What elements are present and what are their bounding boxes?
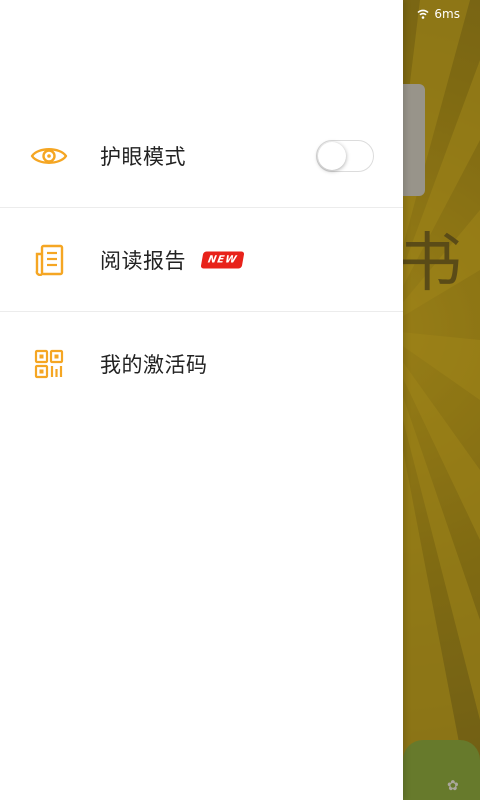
menu-item-reading-report[interactable]: 阅读报告 NEW <box>0 208 403 312</box>
new-badge: NEW <box>200 251 245 268</box>
menu-item-eye-mode[interactable]: 护眼模式 <box>0 104 403 208</box>
eye-mode-toggle[interactable] <box>316 139 374 172</box>
toggle-knob <box>318 141 346 170</box>
menu-item-label: 阅读报告 <box>100 248 186 273</box>
drawer-menu: 护眼模式 阅读报告 NEW 我的激活码 <box>0 104 403 416</box>
screen: 书 ✿ 6ms 护眼模式 阅读报告 NEW 我的激活码 <box>0 0 480 800</box>
status-bar: 6ms <box>403 0 480 28</box>
qr-code-icon <box>30 345 68 383</box>
side-drawer: 护眼模式 阅读报告 NEW 我的激活码 <box>0 0 403 800</box>
menu-item-label: 我的激活码 <box>100 353 208 377</box>
menu-item-activation-code[interactable]: 我的激活码 <box>0 312 403 416</box>
menu-item-label: 护眼模式 <box>100 144 186 169</box>
report-icon <box>30 241 68 279</box>
ping-text: 6ms <box>434 7 460 21</box>
wifi-icon <box>417 9 429 19</box>
eye-icon <box>30 137 68 175</box>
